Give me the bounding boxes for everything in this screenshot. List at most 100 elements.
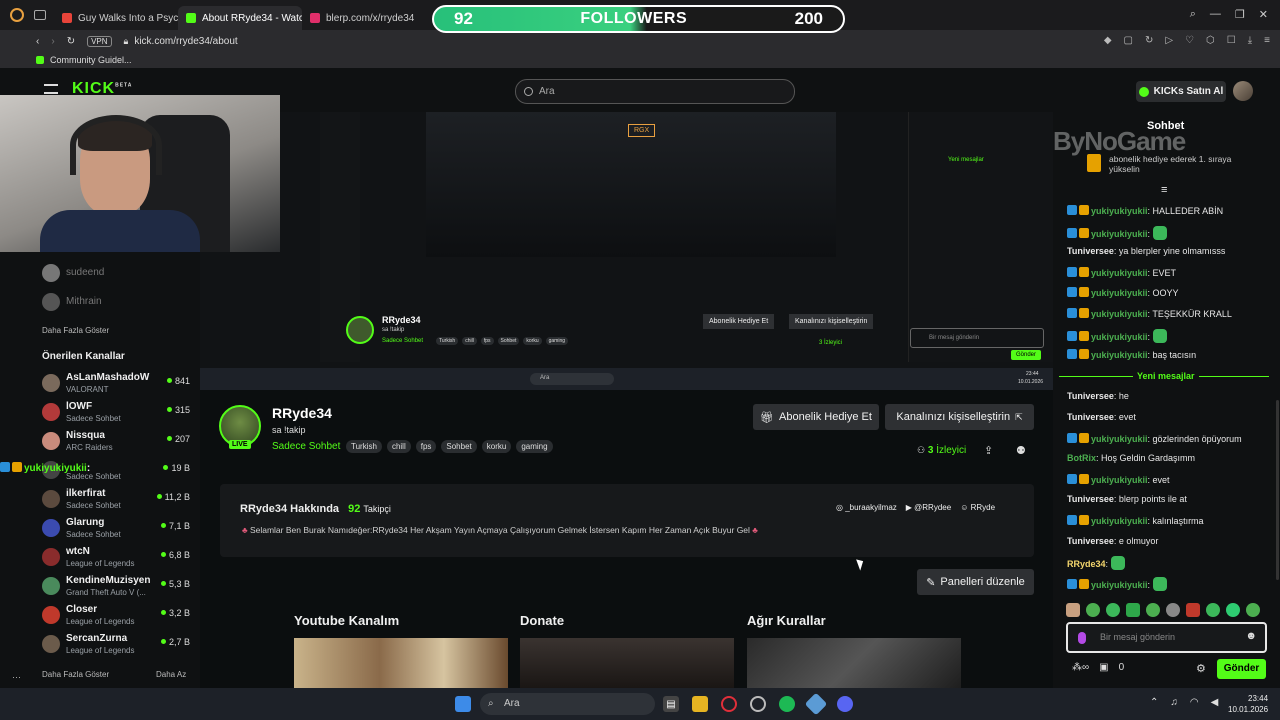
chat-username[interactable]: yukiyukiyukii (1091, 229, 1148, 239)
sidebar-item-lowf[interactable]: lOWF Sadece Sohbet 315 (40, 399, 190, 427)
emote-icon[interactable] (1226, 603, 1240, 617)
chat-username[interactable]: yukiyukiyukii (1091, 580, 1148, 590)
sidebar-item-wtcn[interactable]: wtcN League of Legends 6,8 B (40, 544, 190, 572)
sidebar-item-glarung[interactable]: Glarung Sadece Sohbet 7,1 B (40, 515, 190, 543)
instagram-link[interactable]: ◎ _buraakyilmaz (836, 503, 897, 512)
panel-image-youtube[interactable] (294, 638, 508, 688)
gift-icon[interactable]: ▣ (1099, 662, 1108, 673)
points-icon[interactable]: ⁂∞ (1072, 662, 1089, 673)
microphone-icon[interactable] (1078, 632, 1086, 644)
tab-about-rryde34[interactable]: About RRyde34 - Watch Li (178, 6, 302, 30)
search-icon[interactable]: ⌕ (1190, 8, 1196, 21)
forward-icon[interactable]: › (51, 36, 54, 47)
back-icon[interactable]: ‹ (36, 36, 39, 47)
tag-chip[interactable]: Sohbet (441, 440, 477, 453)
tag-chip[interactable]: gaming (516, 440, 553, 453)
stream-player[interactable]: RGX Yeni mesajlar Bir mesaj gönderin Gön… (200, 112, 1053, 390)
chat-username[interactable]: yukiyukiyukii (1091, 332, 1148, 342)
play-icon[interactable]: ▷ (1165, 35, 1173, 46)
chat-username[interactable]: RRyde34 (1067, 559, 1106, 569)
hamburger-icon[interactable] (44, 84, 58, 94)
sidebar-item-closer[interactable]: Closer League of Legends 3,2 B (40, 602, 190, 630)
menu-icon[interactable]: ≡ (1264, 35, 1270, 46)
chat-username[interactable]: yukiyukiyukii (1091, 434, 1148, 444)
sidebar-item-aslanmashadow[interactable]: AsLanMashadoW VALORANT 841 (40, 370, 190, 398)
show-less-link[interactable]: Daha Az (156, 670, 186, 679)
emoji-icon[interactable]: ☻ (1245, 630, 1257, 642)
chat-username[interactable]: Tuniversee (1067, 536, 1114, 546)
extension-icon[interactable]: ▢ (1124, 35, 1133, 46)
chat-username[interactable]: yukiyukiyukii (1091, 475, 1148, 485)
edit-panels-button[interactable]: ✎ Panelleri düzenle (917, 569, 1034, 595)
chat-username[interactable]: yukiyukiyukii (1091, 516, 1148, 526)
wifi-icon[interactable]: ◠ (1190, 697, 1199, 708)
bookmark-community[interactable]: Community Guidel... (50, 55, 132, 65)
windows-start-icon[interactable] (455, 696, 471, 712)
maximize-icon[interactable]: ❐ (1235, 8, 1245, 21)
chat-input[interactable]: Bir mesaj gönderin ☻ (1066, 622, 1267, 653)
chat-username[interactable]: yukiyukiyukii (1091, 309, 1148, 319)
chat-username[interactable]: yukiyukiyukii (1091, 288, 1148, 298)
workspaces-icon[interactable] (34, 10, 46, 20)
emote-icon[interactable] (1186, 603, 1200, 617)
show-more-top-link[interactable]: Daha Fazla Göster (42, 326, 109, 335)
collapse-icon[interactable]: ⋯ (12, 672, 21, 683)
taskbar-clock[interactable]: 23:44 10.01.2026 (1228, 693, 1268, 715)
emote-icon[interactable] (1106, 603, 1120, 617)
discord-link[interactable]: ☺ RRyde (960, 503, 995, 512)
chat-settings-icon[interactable]: ⚙ (1196, 662, 1206, 675)
extension-icon[interactable]: ◆ (1104, 35, 1112, 46)
reload-icon[interactable]: ↻ (67, 36, 75, 47)
avatar[interactable] (1233, 81, 1253, 101)
add-user-icon[interactable]: ⚉ (1016, 444, 1026, 457)
customize-channel-button[interactable]: Kanalınızı kişiselleştirin ⇱ (885, 404, 1034, 430)
heart-icon[interactable]: ♡ (1185, 35, 1194, 46)
chat-username[interactable]: yukiyukiyukii (1091, 268, 1148, 278)
chat-scrollbar[interactable] (1276, 400, 1279, 580)
browser-logo-icon[interactable] (10, 8, 24, 22)
sidebar-item-kendinemuzisyen[interactable]: KendineMuzisyen Grand Theft Auto V (... 5,… (40, 573, 190, 601)
tab-psychiatrist[interactable]: Guy Walks Into a Psychiatrist (54, 6, 178, 30)
tag-chip[interactable]: Turkish (346, 440, 382, 453)
tab-blerp[interactable]: blerp.com/x/rryde34 (302, 6, 426, 30)
extension-icon[interactable]: ☐ (1227, 35, 1236, 46)
settings-icon[interactable] (750, 696, 766, 712)
category-link[interactable]: Sadece Sohbet (272, 441, 340, 452)
opera-icon[interactable] (721, 696, 737, 712)
share-icon[interactable]: ⇪ (984, 444, 993, 457)
gift-subscription-button[interactable]: 🎁︎ Abonelik Hediye Et (753, 404, 879, 430)
close-icon[interactable]: ✕ (1259, 8, 1268, 21)
vpn-badge[interactable]: VPN (87, 35, 112, 47)
chevron-up-icon[interactable]: ⌃ (1150, 697, 1158, 708)
emote-icon[interactable] (1206, 603, 1220, 617)
chat-username[interactable]: Tuniversee (1067, 494, 1114, 504)
emote-icon[interactable] (1246, 603, 1260, 617)
tag-chip[interactable]: korku (481, 440, 512, 453)
chat-username[interactable]: yukiyukiyukii (1091, 206, 1148, 216)
extension-icon[interactable]: ⬡ (1206, 35, 1215, 46)
tag-chip[interactable]: chill (386, 440, 411, 453)
taskbar-search[interactable]: ⌕ Ara (480, 693, 655, 715)
pinned-icon[interactable]: ≡ (1161, 184, 1167, 196)
youtube-link[interactable]: ▶ @RRydee (906, 503, 951, 512)
chat-username[interactable]: yukiyukiyukii (1091, 350, 1148, 360)
sidebar-item-nissqua[interactable]: Nissqua ARC Raiders 207 (40, 428, 190, 456)
extension-icon[interactable]: ↻ (1145, 35, 1153, 46)
emote-icon[interactable] (1086, 603, 1100, 617)
minimize-icon[interactable]: — (1210, 8, 1221, 21)
file-explorer-icon[interactable] (692, 696, 708, 712)
emote-icon[interactable] (1126, 603, 1140, 617)
sidebar-user-sudeend[interactable]: sudeend (40, 260, 190, 288)
volume-icon[interactable]: ◀ (1211, 697, 1219, 708)
taskview-icon[interactable]: ▤ (663, 696, 679, 712)
channel-name[interactable]: RRyde34 (272, 405, 332, 421)
spotify-icon[interactable] (779, 696, 795, 712)
search-input[interactable]: Ara (515, 79, 795, 104)
panel-image-rules[interactable] (747, 638, 961, 688)
discord-icon[interactable] (837, 696, 853, 712)
panel-image-donate[interactable] (520, 638, 734, 688)
chat-username[interactable]: Tuniversee (1067, 412, 1114, 422)
download-icon[interactable]: ⤓ (1248, 35, 1252, 46)
emote-icon[interactable] (1066, 603, 1080, 617)
send-button[interactable]: Gönder (1217, 659, 1266, 679)
